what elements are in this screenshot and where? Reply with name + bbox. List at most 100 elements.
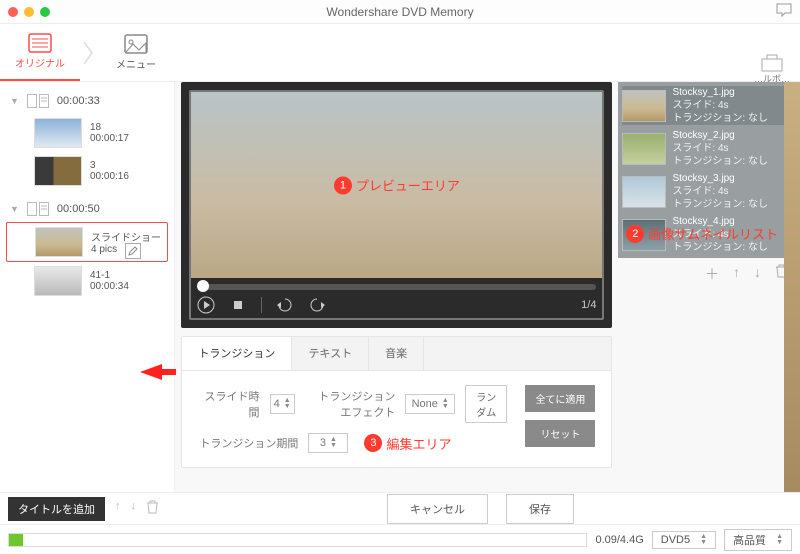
feedback-icon[interactable] [776,3,792,20]
clip-thumb [34,266,82,296]
thumb-trans: トランジション: なし [672,112,768,125]
bottom-bar: タイトルを追加 ↑ ↓ キャンセル 保存 [0,492,800,524]
tab-label: オリジナル [15,55,65,70]
slide-time-label: スライド時間 [198,388,259,420]
thumb-slide: スライド: 4s [672,185,768,198]
select-arrows-icon[interactable]: ▲▼ [700,534,707,546]
annotation-preview: 1 プレビューエリア [334,176,460,195]
trans-time-label: トランジション期間 [198,435,298,451]
thumb-image [622,133,666,165]
annotation-label: 画像サムネイルリスト [648,224,778,243]
window-title: Wondershare DVD Memory [326,5,473,19]
thumb-filename: Stocksy_3.jpg [672,172,768,185]
select-arrows-icon[interactable]: ▲▼ [776,534,783,546]
thumb-item[interactable]: Stocksy_1.jpgスライド: 4sトランジション: なし [622,86,792,125]
zoom-icon[interactable] [40,7,50,17]
tab-menu[interactable]: メニュー [96,24,176,81]
progress-bar[interactable] [197,284,596,290]
stop-icon[interactable] [229,296,247,314]
close-icon[interactable] [8,7,18,17]
thumb-trans: トランジション: なし [672,155,768,168]
thumb-slide: スライド: 4s [672,142,768,155]
rotate-left-icon[interactable] [276,296,294,314]
quality-select[interactable]: 高品質▲▼ [724,529,792,551]
tab-transition[interactable]: トランジション [182,337,292,370]
move-down-icon[interactable]: ↓ [131,500,137,517]
annotation-edit: 3 編集エリア [364,434,451,453]
disclosure-icon[interactable]: ▼ [10,96,19,106]
reset-button[interactable]: リセット [525,420,595,447]
cancel-button[interactable]: キャンセル [387,494,488,524]
stepper-icon[interactable]: ▲▼ [284,398,291,410]
thumb-image [622,176,666,208]
add-title-button[interactable]: タイトルを追加 [8,497,105,521]
clip-title: 18 [90,122,129,133]
group-header[interactable]: ▼ 00:00:50 [6,196,168,222]
stepper-icon[interactable]: ▲▼ [330,437,337,449]
capacity-bar [8,533,587,547]
clip-item[interactable]: 3 00:00:16 [6,152,168,190]
clip-time: 00:00:34 [90,281,129,292]
disc-type-select[interactable]: DVD5▲▼ [652,531,716,549]
thumb-item[interactable]: Stocksy_3.jpgスライド: 4sトランジション: なし [622,172,792,211]
tab-original[interactable]: オリジナル [0,24,80,81]
thumb-filename: Stocksy_1.jpg [672,86,768,99]
effect-select[interactable]: None▲▼ [405,394,455,414]
traffic-lights [8,7,50,17]
annotation-thumblist: 2 画像サムネイルリスト [626,224,778,243]
preview-area: 1 プレビューエリア 1/4 [181,82,612,328]
save-button[interactable]: 保存 [506,494,574,524]
trash-icon[interactable] [146,500,159,517]
edit-icon[interactable] [125,243,141,259]
annotation-badge: 2 [626,225,644,243]
disclosure-icon[interactable]: ▼ [10,204,19,214]
titlebar: Wondershare DVD Memory [0,0,800,24]
annotation-label: 編集エリア [386,434,451,453]
sidebar: ▼ 00:00:33 18 00:00:17 3 00:00:16 ▼ 00:0… [0,82,175,492]
thumb-trans: トランジション: なし [672,198,768,211]
annotation-badge: 3 [364,434,382,452]
clip-title: スライドショー [91,229,161,244]
clip-title: 41-1 [90,270,129,281]
clip-item[interactable]: 41-1 00:00:34 [6,262,168,300]
thumb-slide: スライド: 4s [672,99,768,112]
move-down-icon[interactable]: ↓ [754,264,761,284]
group-header[interactable]: ▼ 00:00:33 [6,88,168,114]
tab-text[interactable]: テキスト [292,337,369,370]
tab-music[interactable]: 音楽 [369,337,424,370]
top-tabs: オリジナル メニュー …ルボ… [0,24,800,82]
clip-thumb [35,227,83,257]
clip-time: 00:00:16 [90,171,129,182]
slide-time-stepper[interactable]: 4▲▼ [270,394,295,414]
thumb-filename: Stocksy_2.jpg [672,129,768,142]
move-up-icon[interactable]: ↑ [115,500,121,517]
group-time: 00:00:33 [57,95,100,107]
effect-label: トランジションエフェクト [315,388,396,420]
clip-thumb [34,156,82,186]
clip-title: 3 [90,160,129,171]
clip-item-selected[interactable]: スライドショー 4 pics [6,222,168,262]
random-button[interactable]: ランダム [465,385,507,423]
rotate-right-icon[interactable] [308,296,326,314]
status-bar: 0.09/4.4G DVD5▲▼ 高品質▲▼ [0,524,800,554]
preview-image: 1 プレビューエリア [191,92,602,278]
apply-all-button[interactable]: 全てに適用 [525,385,595,412]
capacity-text: 0.09/4.4G [595,534,643,546]
thumb-item[interactable]: Stocksy_2.jpgスライド: 4sトランジション: なし [622,129,792,168]
progress-knob[interactable] [197,280,209,292]
select-arrows-icon[interactable]: ▲▼ [442,398,449,410]
clip-item[interactable]: 18 00:00:17 [6,114,168,152]
annotation-arrow-icon [140,360,176,390]
tab-label: メニュー [116,56,156,71]
annotation-label: プレビューエリア [356,176,460,195]
toolbox-sliver: …ルボ… [754,54,790,85]
chevron-right-icon [80,38,96,68]
trans-time-stepper[interactable]: 3▲▼ [308,433,348,453]
play-icon[interactable] [197,296,215,314]
move-up-icon[interactable]: ↑ [733,264,740,284]
minimize-icon[interactable] [24,7,34,17]
edit-panel: トランジション テキスト 音楽 スライド時間 4▲▼ トランジションエフェクト … [181,336,612,468]
add-icon[interactable]: ＋ [705,264,719,284]
thumb-image [622,90,666,122]
group-time: 00:00:50 [57,203,100,215]
